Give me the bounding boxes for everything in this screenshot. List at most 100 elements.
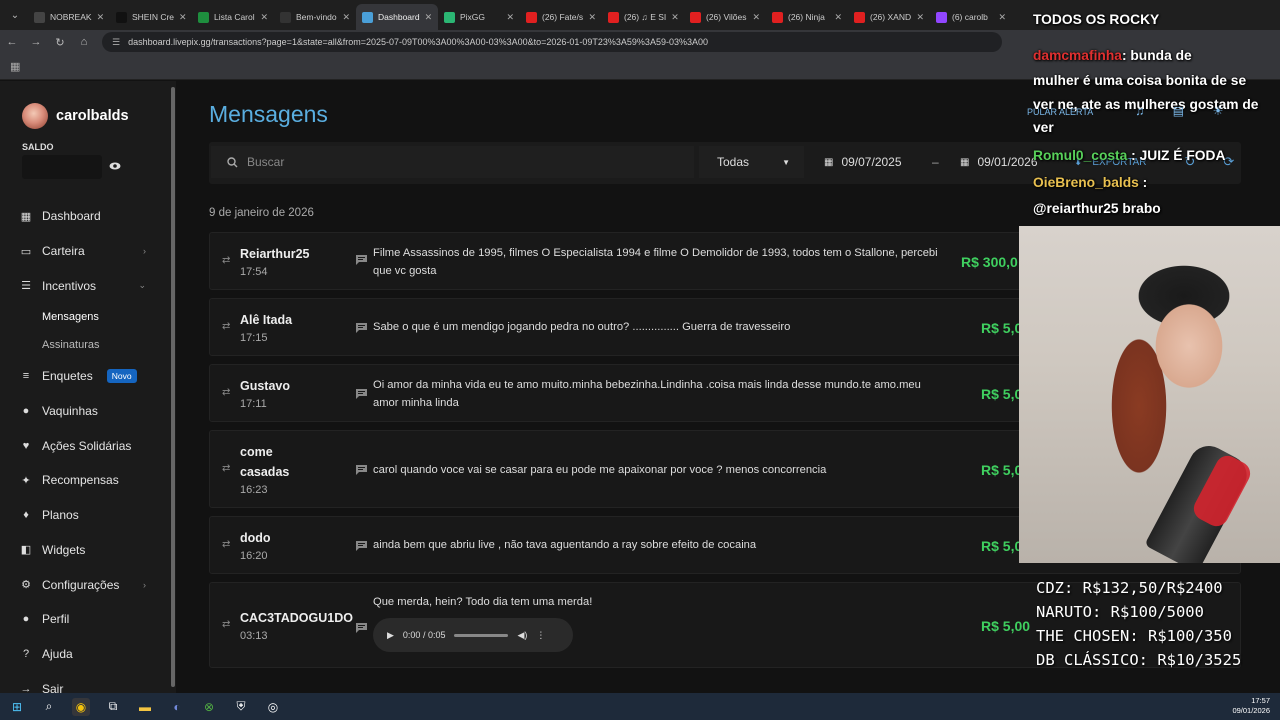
chrome-icon[interactable]: ◉ [72, 697, 90, 716]
transfer-icon: ⇄ [222, 255, 231, 266]
sidebar-item-label: Carteira [42, 244, 85, 259]
chevron-icon: › [143, 579, 146, 590]
xbox-icon[interactable]: ⊗ [200, 698, 218, 716]
page-title: Mensagens [209, 101, 328, 127]
donation-amount: R$ 5,0 [981, 320, 1023, 336]
skip-alert-button[interactable]: PULAR ALERTA [1027, 107, 1093, 117]
tab-favicon-icon [772, 11, 783, 23]
system-clock[interactable]: 17:57 09/01/2026 [1232, 696, 1270, 716]
browser-tab[interactable]: (26) Fate/s ✕ [520, 4, 602, 30]
tab-title: PixGG [460, 12, 486, 22]
sidebar-item-perfil[interactable]: ● Perfil [0, 602, 170, 637]
browser-tab[interactable]: Lista Carol ✕ [192, 4, 274, 30]
windows-start-icon[interactable]: ⊞ [8, 698, 26, 716]
sidebar-item-incentivos[interactable]: ☰ Incentivos ⌄ [0, 268, 170, 303]
forward-icon[interactable]: → [24, 36, 48, 48]
sidebar-subitem-mensagens[interactable]: Mensagens [0, 303, 170, 331]
tab-title: (26) Fate/s [542, 12, 584, 22]
sidebar-item-vaquinhas[interactable]: ● Vaquinhas [0, 394, 170, 429]
shield-icon[interactable]: ⛨ [232, 698, 250, 716]
obs-icon[interactable]: ◎ [264, 698, 282, 716]
more-options-icon[interactable]: ⋮ [536, 630, 545, 641]
status-filter-select[interactable]: Todas ▼ [699, 146, 804, 178]
close-tab-icon[interactable]: ✕ [506, 12, 514, 23]
close-tab-icon[interactable]: ✕ [425, 12, 433, 23]
sun-icon[interactable]: ☀ [1213, 104, 1224, 118]
date-separator: – [932, 155, 939, 169]
url-field[interactable]: ☰ dashboard.livepix.gg/transactions?page… [102, 32, 1002, 52]
close-tab-icon[interactable]: ✕ [998, 12, 1006, 23]
sidebar-item-widgets[interactable]: ◧ Widgets [0, 533, 170, 568]
close-tab-icon[interactable]: ✕ [260, 12, 268, 23]
message-icon [356, 255, 367, 265]
browser-tab[interactable]: (6) carolb ✕ [930, 4, 1012, 30]
back-icon[interactable]: ← [0, 36, 24, 48]
browser-tab[interactable]: SHEIN Cre ✕ [110, 4, 192, 30]
close-tab-icon[interactable]: ✕ [588, 12, 596, 23]
profile[interactable]: carolbalds [22, 103, 129, 129]
play-icon[interactable]: ▶ [387, 630, 394, 641]
close-tab-icon[interactable]: ✕ [342, 12, 350, 23]
piggy-icon: ● [22, 405, 30, 418]
sidebar-item-configura-es[interactable]: ⚙ Configurações › [0, 567, 170, 602]
message-text: ainda bem que abriu live , não tava ague… [373, 539, 757, 551]
gear-icon: ⚙ [21, 579, 31, 592]
sidebar-item-label: Incentivos [42, 278, 97, 293]
sidebar-item-recompensas[interactable]: ✦ Recompensas [0, 463, 170, 498]
sidebar-item-planos[interactable]: ♦ Planos [0, 498, 170, 533]
chevron-icon: › [143, 246, 146, 257]
discord-icon[interactable]: ◐ [168, 698, 186, 716]
tab-title: (26) Vilões [706, 12, 747, 22]
search-icon[interactable]: ⌕ [40, 698, 58, 716]
layout-icon[interactable]: ▤ [1173, 104, 1184, 118]
tab-title: (26) Ninja [788, 12, 825, 22]
close-tab-icon[interactable]: ✕ [671, 12, 679, 23]
close-tab-icon[interactable]: ✕ [97, 12, 105, 23]
bell-icon[interactable]: ♫ [1135, 104, 1144, 118]
sidebar-item-enquetes[interactable]: ≡ Enquetes Novo [0, 359, 170, 394]
date-from-field[interactable]: ▦ 09/07/2025 [824, 146, 902, 178]
browser-tab[interactable]: PixGG ✕ [438, 4, 520, 30]
sidebar-item-ajuda[interactable]: ? Ajuda [0, 637, 170, 672]
browser-tab[interactable]: (26) ♫ E SI ✕ [602, 4, 684, 30]
tab-favicon-icon [608, 11, 619, 23]
browser-tab[interactable]: (26) XAND ✕ [848, 4, 930, 30]
donation-time: 17:54 [240, 266, 268, 278]
chat-username: damcmafinha [1033, 48, 1122, 63]
donor-name: dodo [240, 531, 271, 545]
audio-player[interactable]: ▶ 0:00 / 0:05 ◀) ⋮ [373, 618, 573, 652]
browser-tab[interactable]: NOBREAK ✕ [28, 4, 110, 30]
sidebar-subitem-assinaturas[interactable]: Assinaturas [0, 331, 170, 359]
apps-grid-icon[interactable]: ▦ [10, 60, 20, 73]
close-tab-icon[interactable]: ✕ [916, 12, 924, 23]
browser-tab[interactable]: Bem-vindo ✕ [274, 4, 356, 30]
tab-favicon-icon [526, 11, 537, 23]
tab-search-icon[interactable]: ⌄ [6, 6, 24, 24]
audio-progress[interactable] [454, 633, 509, 637]
browser-tab[interactable]: (26) Ninja ✕ [766, 4, 848, 30]
task-view-icon[interactable]: ⧉ [104, 698, 122, 716]
avatar [22, 103, 48, 129]
transfer-icon: ⇄ [222, 321, 231, 332]
home-icon[interactable]: ⌂ [72, 36, 96, 48]
sidebar-item-a-es-solid-rias[interactable]: ♥ Ações Solidárias [0, 428, 170, 463]
file-explorer-icon[interactable]: ▬ [136, 698, 154, 716]
sidebar-item-dashboard[interactable]: ▦ Dashboard [0, 199, 170, 234]
sidebar-item-carteira[interactable]: ▭ Carteira › [0, 234, 170, 269]
tab-favicon-icon [34, 11, 45, 23]
eye-icon[interactable] [109, 160, 121, 172]
goal-line: NARUTO: R$100/5000 [1036, 603, 1204, 621]
browser-tab[interactable]: Dashboard ✕ [356, 4, 438, 30]
search-input[interactable]: Buscar [211, 146, 694, 178]
close-tab-icon[interactable]: ✕ [834, 12, 842, 23]
sidebar-item-label: Widgets [42, 542, 86, 557]
volume-icon[interactable]: ◀) [517, 630, 527, 641]
close-tab-icon[interactable]: ✕ [179, 12, 187, 23]
site-info-icon[interactable]: ☰ [112, 37, 120, 48]
search-icon [227, 156, 238, 167]
reload-icon[interactable]: ↻ [48, 36, 72, 49]
tab-favicon-icon [198, 11, 209, 23]
handshake-icon: ♥ [22, 439, 30, 452]
browser-tab[interactable]: (26) Vilões ✕ [684, 4, 766, 30]
close-tab-icon[interactable]: ✕ [752, 12, 760, 23]
